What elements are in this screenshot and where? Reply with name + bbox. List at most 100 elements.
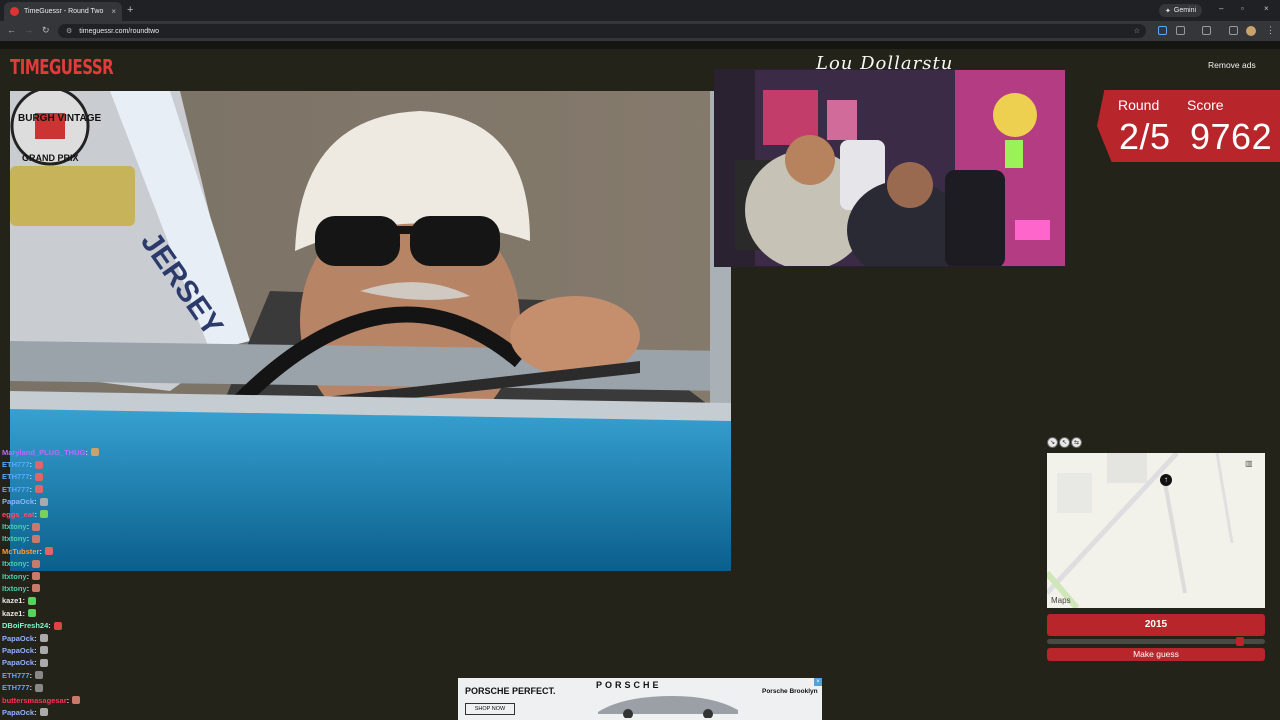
- banner-text-bottom: GRAND PRIX: [22, 153, 79, 163]
- profile-avatar[interactable]: [1246, 26, 1256, 36]
- gemini-button[interactable]: ✦ Gemini: [1159, 4, 1203, 17]
- remove-ads-link[interactable]: Remove ads: [1208, 60, 1256, 70]
- ad-shop-now-button[interactable]: SHOP NOW: [465, 703, 515, 715]
- banner-text-top: BURGH VINTAGE: [18, 113, 101, 124]
- chat-username[interactable]: PapaOck: [2, 634, 34, 643]
- chat-message: ETH777:: [2, 458, 202, 470]
- make-guess-button[interactable]: Make guess: [1047, 648, 1265, 661]
- chat-message: eggs_eat:: [2, 508, 202, 520]
- chat-username[interactable]: PapaOck: [2, 497, 34, 506]
- browser-toolbar: ← → ↻ ⚙ timeguessr.com/roundtwo ☆ ⋮: [0, 21, 1280, 41]
- chat-username[interactable]: ETH777: [2, 472, 30, 481]
- map-layers-icon[interactable]: ▥: [1245, 459, 1253, 468]
- chat-username[interactable]: Itxtony: [2, 559, 27, 568]
- ad-brand: PORSCHE: [596, 680, 662, 690]
- ad-headline: PORSCHE PERFECT.: [465, 686, 556, 696]
- new-tab-button[interactable]: +: [127, 4, 133, 16]
- chat-separator: :: [26, 559, 30, 569]
- chat-username[interactable]: Itxtony: [2, 534, 27, 543]
- timeguessr-logo[interactable]: TIMEGUESSR: [10, 47, 114, 88]
- chat-separator: :: [22, 608, 25, 618]
- chat-emote-icon: [35, 683, 44, 692]
- chat-message: kaze1:: [2, 595, 202, 607]
- extensions-puzzle-icon[interactable]: [1176, 26, 1185, 35]
- chat-separator: :: [34, 509, 38, 519]
- cast-icon[interactable]: [1229, 26, 1238, 35]
- chat-separator: :: [34, 497, 37, 507]
- chat-message: McTubster:: [2, 545, 202, 557]
- address-bar[interactable]: ⚙ timeguessr.com/roundtwo ☆: [58, 24, 1146, 38]
- chat-username[interactable]: ETH777: [2, 460, 30, 469]
- reload-icon[interactable]: ↻: [42, 25, 50, 36]
- chat-message: buttersmasagesar:: [2, 694, 202, 706]
- minimize-button[interactable]: –: [1219, 4, 1223, 13]
- chat-username[interactable]: McTubster: [2, 547, 39, 556]
- chat-username[interactable]: DBoiFresh24: [2, 621, 48, 630]
- chat-username[interactable]: PapaOck: [2, 708, 34, 717]
- chat-separator: :: [66, 695, 70, 705]
- map-shrink-icon[interactable]: ↖: [1059, 437, 1070, 448]
- chat-username[interactable]: buttersmasagesar: [2, 696, 67, 705]
- chat-message: PapaOck:: [2, 644, 202, 656]
- map-roads: [1047, 453, 1265, 608]
- chat-username[interactable]: Itxtony: [2, 572, 27, 581]
- chat-emote-icon: [32, 559, 41, 568]
- chat-separator: :: [26, 522, 30, 532]
- chat-emote-icon: [39, 497, 48, 506]
- chat-username[interactable]: ETH777: [2, 485, 30, 494]
- chat-username[interactable]: ETH777: [2, 671, 30, 680]
- chat-emote-icon: [32, 534, 41, 543]
- chat-overlay: Maryland_PLUG_THUG: ETH777: ETH777: ETH777:…: [2, 446, 202, 719]
- tab-close-icon[interactable]: ×: [111, 7, 116, 16]
- porsche-ad[interactable]: PORSCHE PERFECT. PORSCHE Porsche Brookly…: [458, 678, 822, 720]
- chat-username[interactable]: ETH777: [2, 683, 30, 692]
- map-expand-icon[interactable]: ↘: [1047, 437, 1058, 448]
- chat-message: Itxtony:: [2, 570, 202, 582]
- tab-title: TimeGuessr - Round Two: [24, 8, 104, 15]
- maximize-button[interactable]: ▫: [1241, 4, 1244, 13]
- chat-emote-icon: [32, 584, 41, 593]
- chat-emote-icon: [44, 547, 53, 556]
- chat-username[interactable]: Itxtony: [2, 522, 27, 531]
- extension-icon[interactable]: [1158, 26, 1167, 35]
- chat-separator: :: [29, 683, 33, 693]
- chat-emote-icon: [35, 460, 44, 469]
- back-arrow-icon[interactable]: ←: [7, 25, 16, 35]
- close-window-button[interactable]: ×: [1264, 4, 1269, 13]
- browser-tab[interactable]: TimeGuessr - Round Two ×: [4, 2, 122, 21]
- menu-kebab-icon[interactable]: ⋮: [1266, 25, 1275, 36]
- chat-emote-icon: [35, 485, 44, 494]
- chat-username[interactable]: PapaOck: [2, 646, 34, 655]
- chat-username[interactable]: kaze1: [2, 609, 22, 618]
- timeguessr-favicon-icon: [10, 7, 19, 16]
- chat-emote-icon: [32, 572, 41, 581]
- chat-username[interactable]: kaze1: [2, 596, 22, 605]
- chat-separator: :: [26, 534, 30, 544]
- site-info-icon[interactable]: ⚙: [66, 27, 72, 35]
- ad-location: Porsche Brooklyn: [762, 688, 818, 695]
- map-marker-icon[interactable]: ↑: [1160, 474, 1172, 486]
- timeguessr-page: TIMEGUESSR Remove ads JERSEY BURGH VINTA…: [0, 49, 1280, 720]
- year-slider[interactable]: [1047, 637, 1265, 646]
- url-text[interactable]: timeguessr.com/roundtwo: [79, 28, 159, 35]
- year-slider-thumb[interactable]: [1236, 637, 1244, 646]
- chat-message: Itxtony:: [2, 582, 202, 594]
- map-pin-toggle-icon[interactable]: ⇆: [1071, 437, 1082, 448]
- chat-message: ETH777:: [2, 483, 202, 495]
- ad-close-icon[interactable]: ×: [814, 678, 822, 686]
- chat-username[interactable]: Itxtony: [2, 584, 27, 593]
- map-credit: Maps: [1051, 596, 1071, 605]
- forward-arrow-icon[interactable]: →: [24, 25, 33, 35]
- chat-emote-icon: [40, 510, 49, 519]
- chat-separator: :: [34, 658, 37, 668]
- gemini-label: Gemini: [1173, 7, 1197, 14]
- chat-username[interactable]: Maryland_PLUG_THUG: [2, 448, 85, 457]
- media-icon[interactable]: [1202, 26, 1211, 35]
- bookmark-star-icon[interactable]: ☆: [1134, 27, 1140, 35]
- chat-separator: :: [29, 460, 33, 470]
- guess-map[interactable]: ↑ ▥ Maps: [1047, 453, 1265, 608]
- chat-message: Itxtony:: [2, 520, 202, 532]
- chat-separator: :: [34, 633, 37, 643]
- chat-username[interactable]: eggs_eat: [2, 510, 35, 519]
- chat-username[interactable]: PapaOck: [2, 658, 34, 667]
